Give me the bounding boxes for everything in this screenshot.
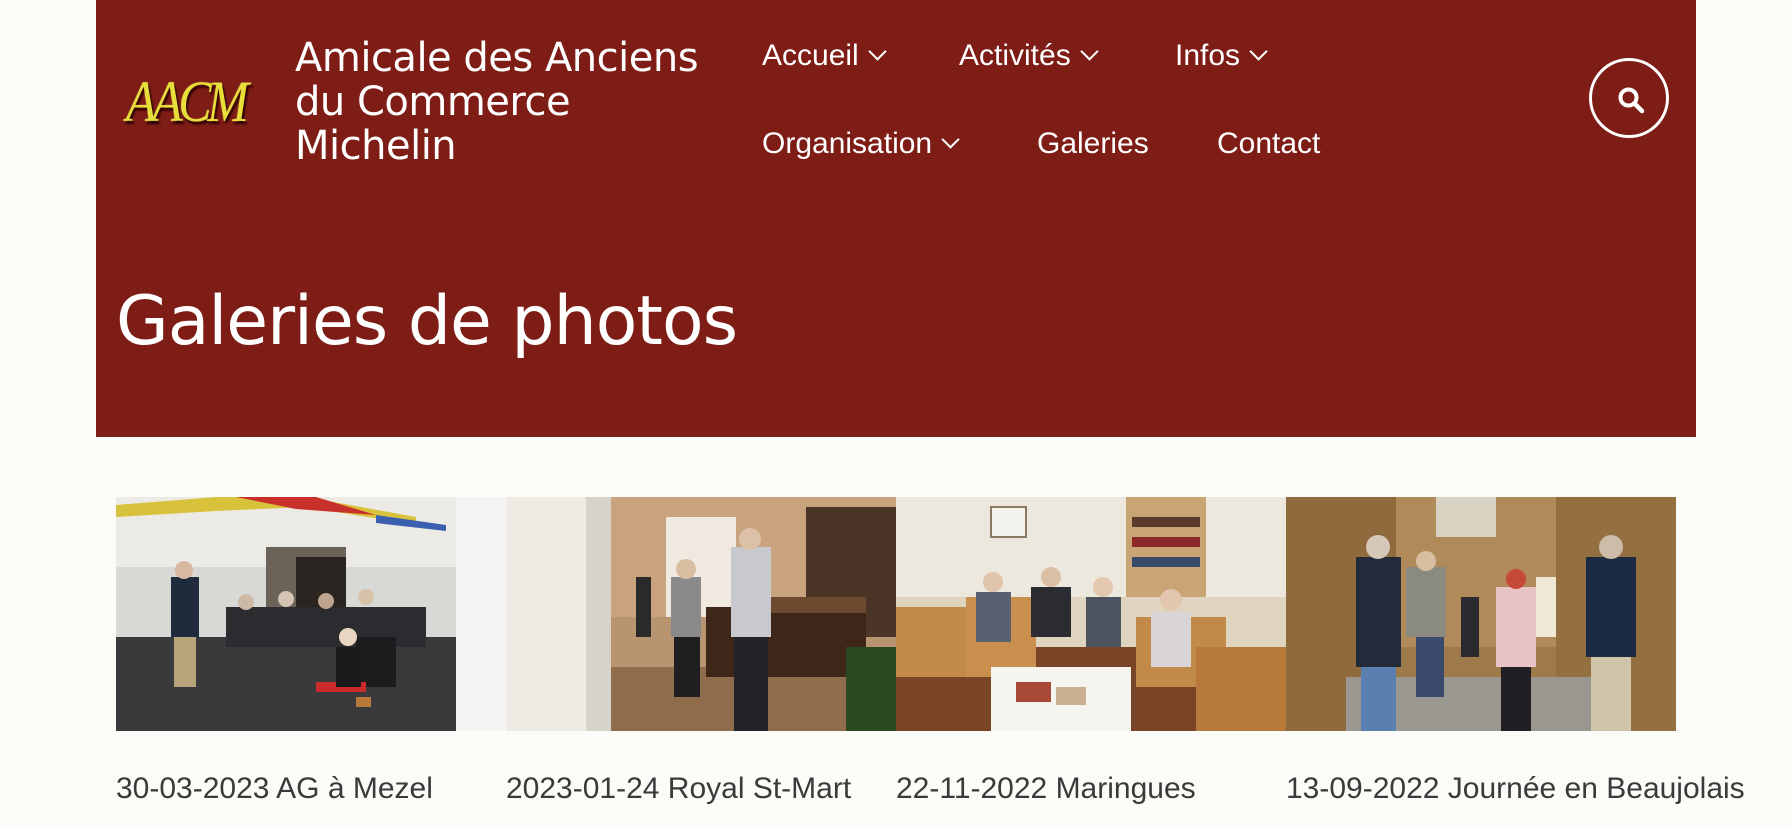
nav-item-accueil[interactable]: Accueil (762, 36, 887, 76)
nav-item-label: Infos (1175, 39, 1241, 72)
gallery-card[interactable]: 30-03-2023 AG à Mezel (116, 497, 506, 809)
nav-item-label: Organisation (762, 127, 933, 160)
chevron-down-icon (941, 130, 960, 149)
gallery-caption[interactable]: 30-03-2023 AG à Mezel (116, 769, 506, 809)
nav-item-infos[interactable]: Infos (1175, 36, 1268, 76)
gallery-caption[interactable]: 22-11-2022 Maringues (896, 769, 1286, 809)
gallery-caption[interactable]: 2023-01-24 Royal St-Mart (506, 769, 896, 809)
lounge-photo[interactable] (896, 497, 1286, 731)
chevron-down-icon (1080, 42, 1099, 61)
nav-item-label: Accueil (762, 39, 859, 72)
nav-item-galeries[interactable]: Galeries (1037, 124, 1149, 164)
search-icon (1618, 87, 1645, 114)
site-name[interactable]: Amicale des Anciens du Commerce Michelin (295, 36, 735, 168)
gallery-card[interactable]: 22-11-2022 Maringues (896, 497, 1286, 809)
village-street-photo[interactable] (1286, 497, 1676, 731)
gallery-card[interactable]: 13-09-2022 Journée en Beaujolais (1286, 497, 1745, 809)
search-button[interactable] (1589, 58, 1669, 138)
site-name-line-3: Michelin (295, 123, 457, 169)
nav-item-organisation[interactable]: Organisation (762, 124, 960, 164)
gallery-caption[interactable]: 13-09-2022 Journée en Beaujolais (1286, 769, 1745, 809)
site-name-line-1: Amicale des Anciens (295, 35, 699, 81)
site-name-line-2: du Commerce (295, 79, 571, 125)
nav-item-label: Contact (1217, 127, 1321, 160)
nav-item-label: Activités (959, 39, 1071, 72)
hotel-lobby-photo[interactable] (506, 497, 896, 731)
nav-item-label: Galeries (1037, 127, 1149, 160)
chevron-down-icon (868, 42, 887, 61)
gallery-card[interactable]: 2023-01-24 Royal St-Mart (506, 497, 896, 809)
meeting-room-photo[interactable] (116, 497, 506, 731)
site-logo[interactable]: AACM (126, 70, 262, 134)
nav-item-activites[interactable]: Activités (959, 36, 1099, 76)
page-title: Galeries de photos (116, 282, 738, 361)
nav-item-contact[interactable]: Contact (1217, 124, 1320, 164)
chevron-down-icon (1249, 42, 1268, 61)
